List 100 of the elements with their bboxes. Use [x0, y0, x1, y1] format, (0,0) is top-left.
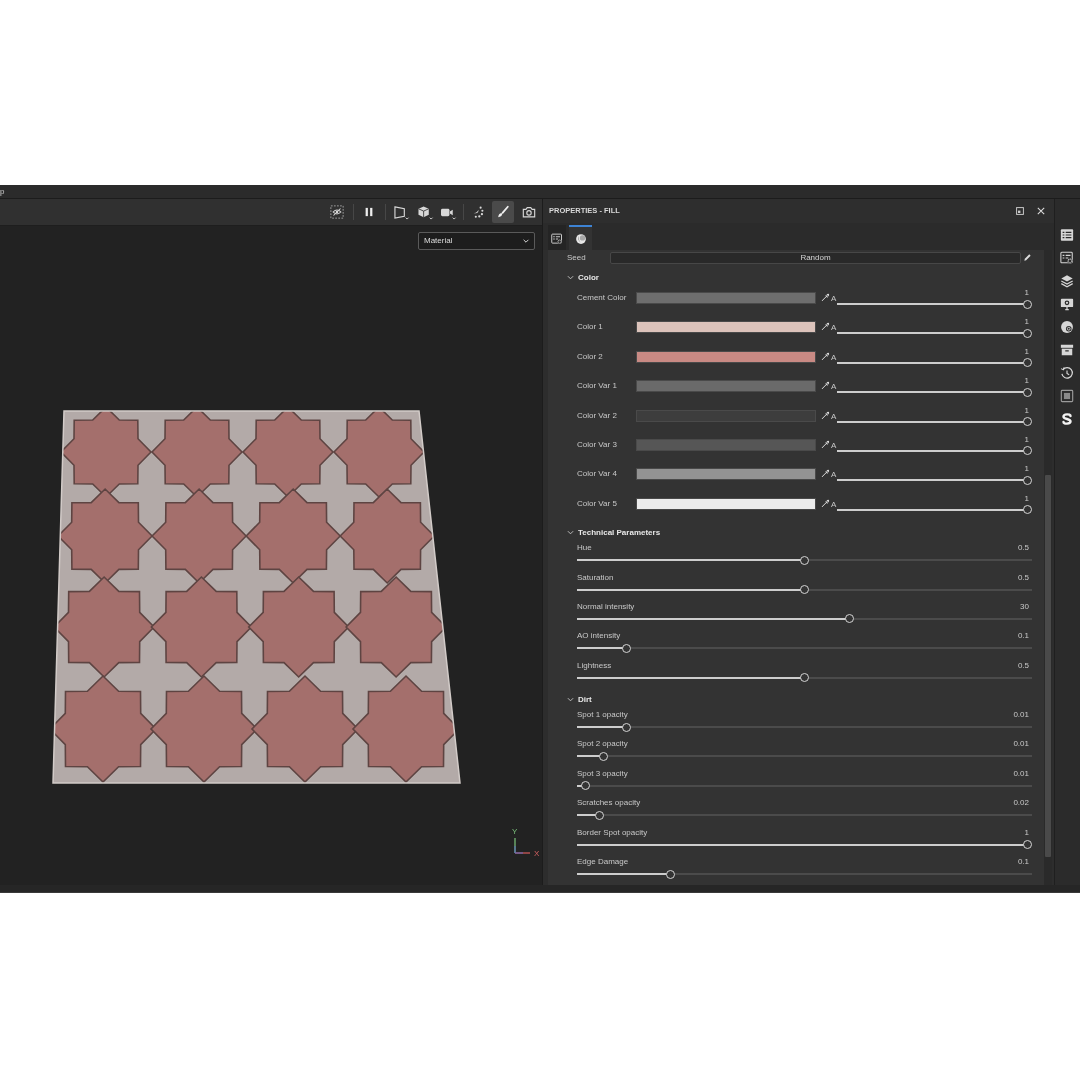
view-mode-dropdown[interactable]: Material — [418, 232, 535, 250]
color-label: Color 1 — [577, 321, 604, 334]
panel-tab[interactable] — [548, 225, 566, 250]
pencil-icon[interactable] — [1023, 253, 1032, 262]
slider-thumb[interactable] — [1023, 840, 1032, 850]
slider-track[interactable] — [837, 505, 1032, 515]
axis-lines-icon — [513, 837, 531, 855]
slider-value: 0.1 — [1017, 630, 1030, 643]
slider-thumb[interactable] — [1023, 299, 1032, 309]
slider-label: Border Spot opacity — [577, 826, 648, 839]
slider-thumb[interactable] — [800, 673, 809, 683]
slider-value: 1 — [1024, 433, 1030, 446]
eyedropper-icon[interactable] — [821, 381, 830, 391]
slider-thumb[interactable] — [1023, 387, 1032, 397]
eyedropper-icon[interactable] — [821, 293, 830, 302]
slider-value: 30 — [1020, 600, 1030, 613]
color-swatch[interactable] — [636, 321, 816, 334]
slider-thumb[interactable] — [594, 810, 604, 820]
slider-thumb[interactable] — [581, 781, 591, 791]
seed-label: Seed — [567, 251, 587, 264]
color-swatch[interactable] — [636, 438, 816, 451]
color-label: Color Var 5 — [577, 497, 618, 510]
section-header[interactable]: Dirt — [567, 692, 592, 708]
color-label: Cement Color — [577, 292, 628, 304]
color-swatch[interactable] — [636, 380, 816, 393]
archive-box-icon[interactable] — [1060, 343, 1074, 357]
layers-icon[interactable] — [1060, 274, 1074, 288]
panel-tab[interactable] — [569, 225, 592, 250]
slider-thumb[interactable] — [1023, 328, 1032, 338]
slider-thumb[interactable] — [599, 751, 609, 761]
slider-track[interactable] — [837, 417, 1032, 427]
slider-thumb[interactable] — [844, 614, 854, 624]
slider-track[interactable] — [577, 585, 1032, 594]
eyedropper-icon[interactable] — [821, 410, 830, 420]
slider-track[interactable] — [837, 446, 1032, 456]
slider-label: AO intensity — [577, 630, 621, 643]
random-seed-button[interactable]: Random — [610, 251, 1021, 264]
slider-value: 0.1 — [1017, 856, 1030, 869]
slider-track[interactable] — [577, 722, 1032, 732]
list-icon[interactable] — [1060, 228, 1074, 242]
color-swatch[interactable] — [636, 350, 816, 363]
slider-track[interactable] — [577, 840, 1032, 850]
slider-thumb[interactable] — [666, 869, 676, 879]
alpha-label: A — [831, 498, 837, 511]
sphere-gear-icon[interactable] — [1060, 320, 1074, 334]
list-gear-icon[interactable] — [1060, 251, 1074, 265]
slider-thumb[interactable] — [1023, 358, 1032, 368]
hidden-eye-icon — [330, 205, 344, 219]
monitor-gear-icon[interactable] — [1060, 297, 1074, 311]
eyedropper-icon[interactable] — [821, 498, 830, 508]
slider-track[interactable] — [837, 475, 1032, 485]
section-header[interactable]: Color — [567, 270, 599, 285]
color-swatch[interactable] — [636, 292, 816, 304]
slider-track[interactable] — [577, 869, 1032, 879]
eyedropper-icon[interactable] — [821, 322, 830, 332]
slider-track[interactable] — [577, 810, 1032, 820]
undock-icon[interactable] — [1016, 207, 1024, 215]
slider-thumb[interactable] — [800, 555, 809, 565]
slider-thumb[interactable] — [800, 585, 809, 594]
sphere-icon — [574, 232, 587, 245]
slider-label: Edge Damage — [577, 856, 629, 869]
s-logo-icon[interactable] — [1060, 412, 1074, 426]
slider-thumb[interactable] — [1023, 417, 1032, 427]
color-swatch[interactable] — [636, 497, 816, 510]
slider-track[interactable] — [837, 328, 1032, 338]
eyedropper-icon[interactable] — [821, 469, 830, 479]
slider-value: 0.01 — [1013, 709, 1030, 722]
slider-thumb[interactable] — [621, 643, 631, 653]
slider-thumb[interactable] — [1023, 446, 1032, 456]
scrollbar-thumb[interactable] — [1045, 475, 1051, 857]
slider-track[interactable] — [837, 299, 1032, 309]
slider-track[interactable] — [837, 387, 1032, 397]
slider-track[interactable] — [837, 358, 1032, 368]
slider-track[interactable] — [577, 643, 1032, 653]
slider-label: Scratches opacity — [577, 797, 641, 810]
slider-label: Normal intensity — [577, 600, 635, 613]
close-icon[interactable] — [1037, 207, 1045, 215]
color-swatch[interactable] — [636, 468, 816, 481]
alpha-label: A — [831, 410, 837, 423]
slider-track[interactable] — [577, 781, 1032, 791]
history-icon[interactable] — [1060, 366, 1074, 380]
title-bar-text: p — [0, 186, 5, 197]
slider-label: Spot 1 opacity — [577, 709, 628, 722]
pause-icon — [363, 206, 375, 218]
slider-thumb[interactable] — [1023, 475, 1032, 485]
slider-track[interactable] — [577, 614, 1032, 624]
section-header[interactable]: Technical Parameters — [567, 525, 661, 541]
square-frame-icon[interactable] — [1060, 389, 1074, 403]
slider-track[interactable] — [577, 751, 1032, 761]
slider-value: 0.01 — [1013, 767, 1030, 780]
slider-value: 1 — [1024, 492, 1030, 505]
eyedropper-icon[interactable] — [821, 439, 830, 449]
paint-button[interactable] — [492, 201, 514, 223]
eyedropper-icon[interactable] — [821, 351, 830, 361]
slider-track[interactable] — [577, 555, 1032, 565]
brush-icon — [496, 205, 510, 219]
alpha-label: A — [831, 322, 837, 335]
slider-thumb[interactable] — [1023, 505, 1032, 515]
slider-thumb[interactable] — [621, 722, 631, 732]
slider-track[interactable] — [577, 673, 1032, 683]
